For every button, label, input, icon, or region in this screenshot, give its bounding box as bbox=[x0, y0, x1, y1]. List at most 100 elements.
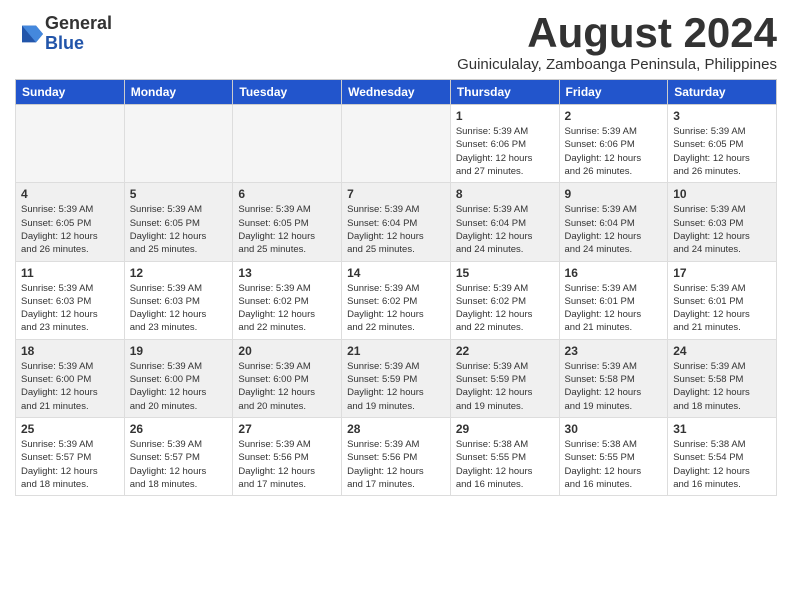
day-detail: Sunrise: 5:38 AM Sunset: 5:54 PM Dayligh… bbox=[673, 438, 771, 491]
calendar-cell bbox=[16, 105, 125, 183]
day-number: 4 bbox=[21, 187, 119, 201]
calendar-cell: 11 Sunrise: 5:39 AM Sunset: 6:03 PM Dayli… bbox=[16, 261, 125, 339]
day-number: 31 bbox=[673, 422, 771, 436]
day-number: 11 bbox=[21, 266, 119, 280]
calendar-cell: 7 Sunrise: 5:39 AM Sunset: 6:04 PM Daylig… bbox=[342, 183, 451, 261]
day-detail: Sunrise: 5:39 AM Sunset: 5:56 PM Dayligh… bbox=[238, 438, 336, 491]
day-number: 29 bbox=[456, 422, 554, 436]
day-number: 5 bbox=[130, 187, 228, 201]
day-number: 26 bbox=[130, 422, 228, 436]
day-number: 27 bbox=[238, 422, 336, 436]
day-number: 30 bbox=[565, 422, 663, 436]
day-detail: Sunrise: 5:39 AM Sunset: 6:00 PM Dayligh… bbox=[130, 360, 228, 413]
day-number: 3 bbox=[673, 109, 771, 123]
day-detail: Sunrise: 5:39 AM Sunset: 6:05 PM Dayligh… bbox=[21, 203, 119, 256]
day-number: 21 bbox=[347, 344, 445, 358]
calendar-cell: 16Sunrise: 5:39 AM Sunset: 6:01 PM Dayli… bbox=[559, 261, 668, 339]
day-detail: Sunrise: 5:39 AM Sunset: 5:57 PM Dayligh… bbox=[130, 438, 228, 491]
weekday-header: Friday bbox=[559, 80, 668, 105]
day-detail: Sunrise: 5:38 AM Sunset: 5:55 PM Dayligh… bbox=[565, 438, 663, 491]
weekday-header: Sunday bbox=[16, 80, 125, 105]
day-number: 8 bbox=[456, 187, 554, 201]
calendar-table: SundayMondayTuesdayWednesdayThursdayFrid… bbox=[15, 79, 777, 496]
day-detail: Sunrise: 5:39 AM Sunset: 5:58 PM Dayligh… bbox=[673, 360, 771, 413]
day-number: 17 bbox=[673, 266, 771, 280]
calendar-cell bbox=[124, 105, 233, 183]
day-detail: Sunrise: 5:39 AM Sunset: 6:02 PM Dayligh… bbox=[456, 282, 554, 335]
calendar-cell: 31 Sunrise: 5:38 AM Sunset: 5:54 PM Dayli… bbox=[668, 417, 777, 495]
day-detail: Sunrise: 5:39 AM Sunset: 6:02 PM Dayligh… bbox=[347, 282, 445, 335]
title-block: August 2024 Guiniculalay, Zamboanga Peni… bbox=[457, 10, 777, 73]
calendar-cell: 23Sunrise: 5:39 AM Sunset: 5:58 PM Dayli… bbox=[559, 339, 668, 417]
calendar-cell: 1 Sunrise: 5:39 AM Sunset: 6:06 PM Daylig… bbox=[450, 105, 559, 183]
day-detail: Sunrise: 5:39 AM Sunset: 6:01 PM Dayligh… bbox=[565, 282, 663, 335]
calendar-cell: 29 Sunrise: 5:38 AM Sunset: 5:55 PM Dayli… bbox=[450, 417, 559, 495]
calendar-cell: 25 Sunrise: 5:39 AM Sunset: 5:57 PM Dayli… bbox=[16, 417, 125, 495]
day-detail: Sunrise: 5:39 AM Sunset: 6:00 PM Dayligh… bbox=[21, 360, 119, 413]
day-detail: Sunrise: 5:39 AM Sunset: 6:03 PM Dayligh… bbox=[21, 282, 119, 335]
logo: General Blue bbox=[15, 14, 112, 54]
day-detail: Sunrise: 5:39 AM Sunset: 6:03 PM Dayligh… bbox=[130, 282, 228, 335]
calendar-cell: 8Sunrise: 5:39 AM Sunset: 6:04 PM Daylig… bbox=[450, 183, 559, 261]
day-number: 14 bbox=[347, 266, 445, 280]
calendar-cell: 30 Sunrise: 5:38 AM Sunset: 5:55 PM Dayli… bbox=[559, 417, 668, 495]
day-detail: Sunrise: 5:39 AM Sunset: 5:56 PM Dayligh… bbox=[347, 438, 445, 491]
calendar-cell: 3 Sunrise: 5:39 AM Sunset: 6:05 PM Daylig… bbox=[668, 105, 777, 183]
calendar-cell: 9 Sunrise: 5:39 AM Sunset: 6:04 PM Daylig… bbox=[559, 183, 668, 261]
day-number: 15 bbox=[456, 266, 554, 280]
logo-icon bbox=[15, 20, 43, 48]
day-number: 22 bbox=[456, 344, 554, 358]
day-number: 9 bbox=[565, 187, 663, 201]
weekday-header: Thursday bbox=[450, 80, 559, 105]
day-number: 20 bbox=[238, 344, 336, 358]
day-detail: Sunrise: 5:39 AM Sunset: 5:57 PM Dayligh… bbox=[21, 438, 119, 491]
day-number: 23 bbox=[565, 344, 663, 358]
day-detail: Sunrise: 5:39 AM Sunset: 6:05 PM Dayligh… bbox=[673, 125, 771, 178]
day-number: 28 bbox=[347, 422, 445, 436]
day-number: 25 bbox=[21, 422, 119, 436]
logo-blue-text: Blue bbox=[45, 34, 112, 54]
calendar-cell bbox=[233, 105, 342, 183]
calendar-cell: 27 Sunrise: 5:39 AM Sunset: 5:56 PM Dayli… bbox=[233, 417, 342, 495]
weekday-header: Wednesday bbox=[342, 80, 451, 105]
calendar-cell: 24 Sunrise: 5:39 AM Sunset: 5:58 PM Dayli… bbox=[668, 339, 777, 417]
day-number: 18 bbox=[21, 344, 119, 358]
main-title: August 2024 bbox=[457, 10, 777, 56]
day-number: 7 bbox=[347, 187, 445, 201]
day-detail: Sunrise: 5:39 AM Sunset: 6:04 PM Dayligh… bbox=[565, 203, 663, 256]
day-number: 2 bbox=[565, 109, 663, 123]
day-detail: Sunrise: 5:39 AM Sunset: 6:02 PM Dayligh… bbox=[238, 282, 336, 335]
calendar-cell: 21 Sunrise: 5:39 AM Sunset: 5:59 PM Dayli… bbox=[342, 339, 451, 417]
day-detail: Sunrise: 5:38 AM Sunset: 5:55 PM Dayligh… bbox=[456, 438, 554, 491]
day-detail: Sunrise: 5:39 AM Sunset: 6:01 PM Dayligh… bbox=[673, 282, 771, 335]
calendar-cell: 18 Sunrise: 5:39 AM Sunset: 6:00 PM Dayli… bbox=[16, 339, 125, 417]
calendar-cell: 22Sunrise: 5:39 AM Sunset: 5:59 PM Dayli… bbox=[450, 339, 559, 417]
calendar-cell: 4 Sunrise: 5:39 AM Sunset: 6:05 PM Daylig… bbox=[16, 183, 125, 261]
day-number: 6 bbox=[238, 187, 336, 201]
day-number: 10 bbox=[673, 187, 771, 201]
calendar-cell: 5 Sunrise: 5:39 AM Sunset: 6:05 PM Daylig… bbox=[124, 183, 233, 261]
calendar-cell: 6 Sunrise: 5:39 AM Sunset: 6:05 PM Daylig… bbox=[233, 183, 342, 261]
day-detail: Sunrise: 5:39 AM Sunset: 6:03 PM Dayligh… bbox=[673, 203, 771, 256]
day-detail: Sunrise: 5:39 AM Sunset: 6:05 PM Dayligh… bbox=[130, 203, 228, 256]
calendar-cell: 26 Sunrise: 5:39 AM Sunset: 5:57 PM Dayli… bbox=[124, 417, 233, 495]
calendar-cell: 2Sunrise: 5:39 AM Sunset: 6:06 PM Daylig… bbox=[559, 105, 668, 183]
calendar-cell: 15 Sunrise: 5:39 AM Sunset: 6:02 PM Dayli… bbox=[450, 261, 559, 339]
calendar-cell: 19Sunrise: 5:39 AM Sunset: 6:00 PM Dayli… bbox=[124, 339, 233, 417]
day-detail: Sunrise: 5:39 AM Sunset: 6:04 PM Dayligh… bbox=[347, 203, 445, 256]
day-number: 24 bbox=[673, 344, 771, 358]
calendar-cell: 14 Sunrise: 5:39 AM Sunset: 6:02 PM Dayli… bbox=[342, 261, 451, 339]
day-detail: Sunrise: 5:39 AM Sunset: 6:05 PM Dayligh… bbox=[238, 203, 336, 256]
logo-general-text: General bbox=[45, 14, 112, 34]
calendar-cell: 12Sunrise: 5:39 AM Sunset: 6:03 PM Dayli… bbox=[124, 261, 233, 339]
day-detail: Sunrise: 5:39 AM Sunset: 6:06 PM Dayligh… bbox=[456, 125, 554, 178]
calendar-cell: 20Sunrise: 5:39 AM Sunset: 6:00 PM Dayli… bbox=[233, 339, 342, 417]
weekday-header: Saturday bbox=[668, 80, 777, 105]
day-detail: Sunrise: 5:39 AM Sunset: 5:59 PM Dayligh… bbox=[347, 360, 445, 413]
subtitle: Guiniculalay, Zamboanga Peninsula, Phili… bbox=[457, 56, 777, 73]
calendar-cell: 28 Sunrise: 5:39 AM Sunset: 5:56 PM Dayli… bbox=[342, 417, 451, 495]
day-number: 1 bbox=[456, 109, 554, 123]
page-header: General Blue August 2024 Guiniculalay, Z… bbox=[15, 10, 777, 73]
calendar-cell: 13Sunrise: 5:39 AM Sunset: 6:02 PM Dayli… bbox=[233, 261, 342, 339]
calendar-cell bbox=[342, 105, 451, 183]
